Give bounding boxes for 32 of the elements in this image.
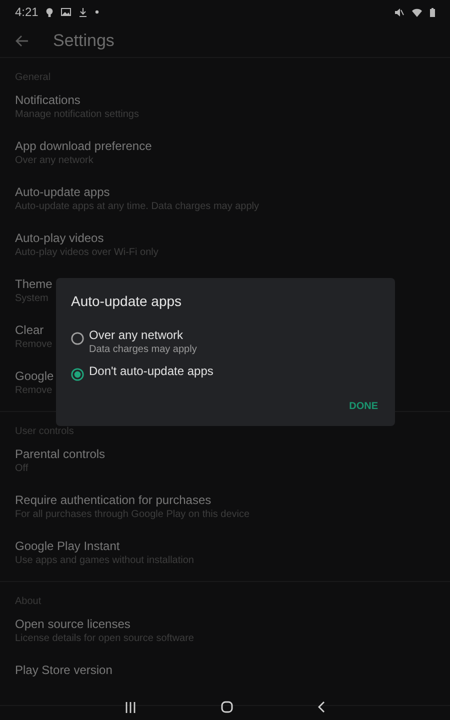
radio-button[interactable] [71,368,84,381]
setting-title[interactable]: Open source licenses [15,617,130,632]
setting-title[interactable]: Auto-update apps [15,185,110,200]
done-button[interactable]: DONE [347,397,380,416]
dot-icon [95,10,100,14]
home-icon[interactable] [221,701,233,713]
option-label: Don't auto-update apps [89,364,214,379]
page-title: Settings [53,30,114,52]
wifi-icon [412,8,422,16]
setting-title[interactable]: Play Store version [15,663,112,678]
dialog-title: Auto-update apps [71,292,183,311]
setting-title[interactable]: Notifications [15,93,80,108]
setting-title[interactable]: Auto-play videos [15,231,104,246]
setting-title[interactable]: Require authentication for purchases [15,493,212,508]
bulb-icon [46,8,54,16]
setting-title[interactable]: Google [15,369,54,384]
mute-icon [395,8,404,16]
radio-button[interactable] [71,332,84,345]
option-sublabel: Data charges may apply [89,343,197,356]
back-icon[interactable] [318,701,325,713]
back-arrow-icon[interactable] [15,34,29,46]
option-label: Over any network [89,328,184,343]
setting-title[interactable]: Google Play Instant [15,539,120,554]
setting-title[interactable]: Clear [15,323,44,338]
battery-icon [430,8,435,16]
image-icon [61,8,72,16]
setting-title[interactable]: Theme [15,277,52,292]
recents-icon[interactable] [125,702,136,712]
download-icon [79,8,88,16]
setting-title[interactable]: Parental controls [15,447,106,462]
status-time: 4:21 [15,4,38,21]
setting-title[interactable]: App download preference [15,139,152,154]
